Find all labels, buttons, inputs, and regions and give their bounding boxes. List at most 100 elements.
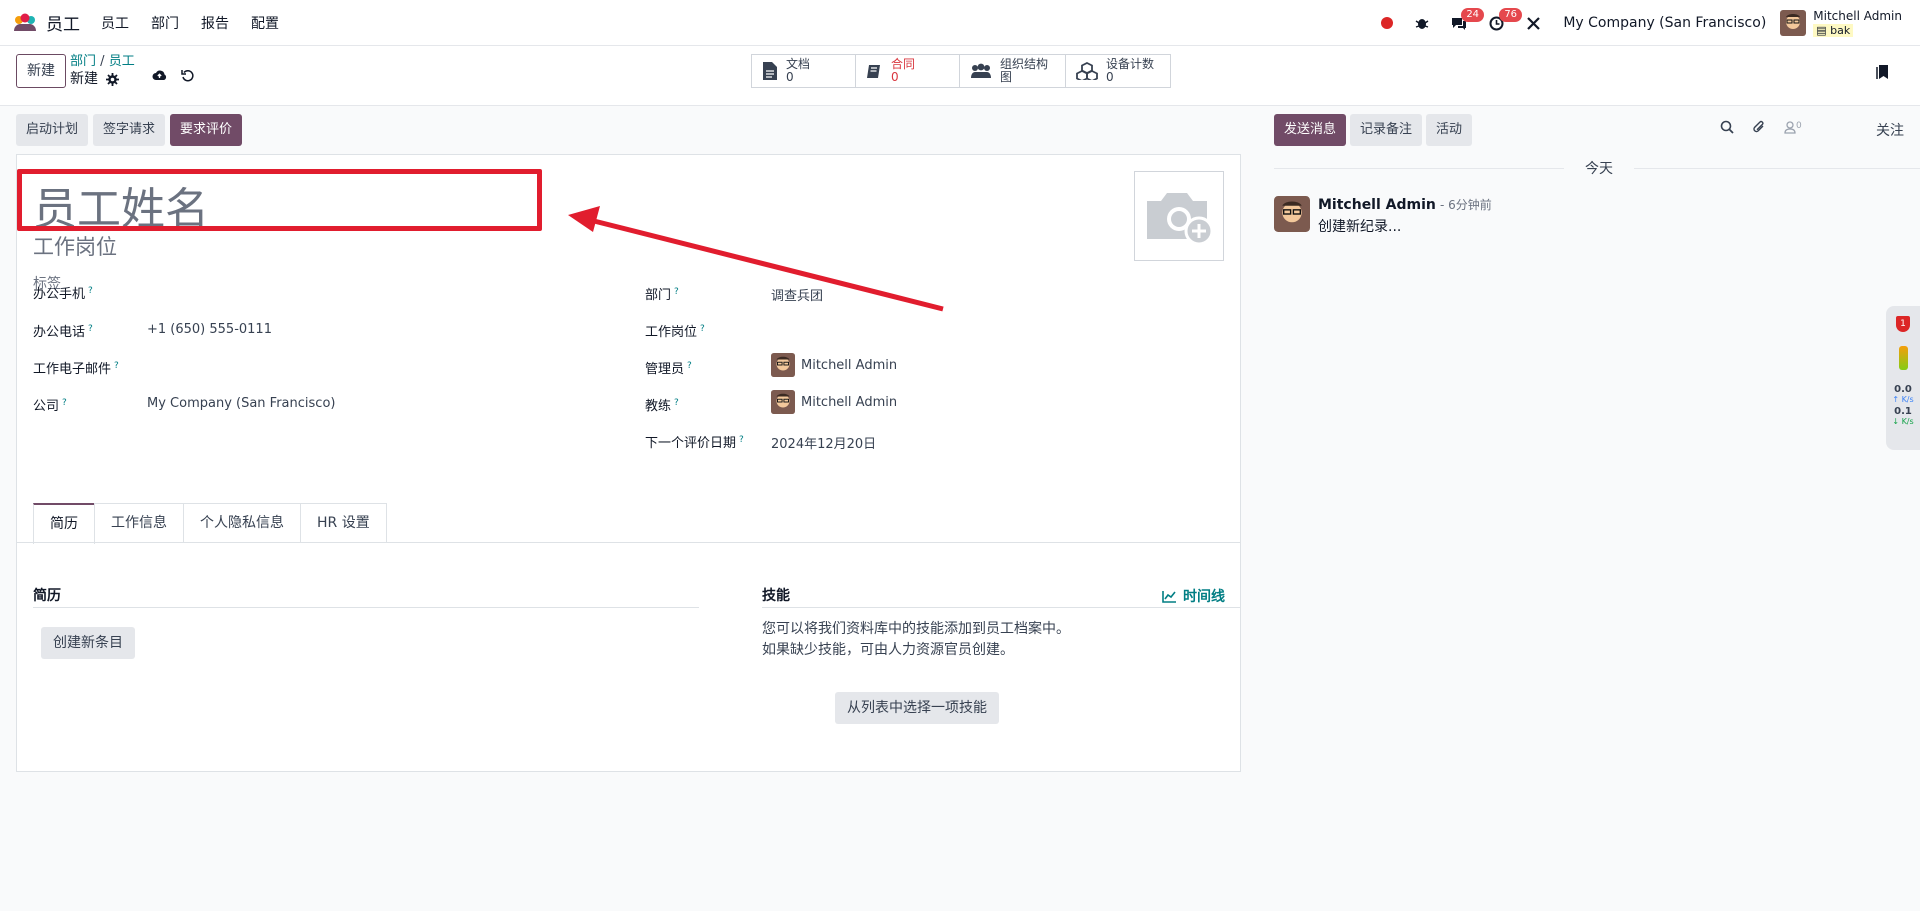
smart-button-contracts[interactable]: 合同 0 xyxy=(856,55,960,87)
cloud-upload-icon[interactable] xyxy=(152,69,167,82)
avatar xyxy=(771,390,795,414)
help-tooltip-icon[interactable]: ? xyxy=(739,435,744,445)
user-icon xyxy=(1784,120,1796,134)
chatter-message: Mitchell Admin - 6分钟前 创建新纪录... xyxy=(1274,196,1492,236)
network-speed-widget[interactable]: 1 0.0 ↑ K/s 0.1 ↓ K/s xyxy=(1886,306,1920,450)
label-next-appraisal: 下一个评价日期 xyxy=(645,436,737,451)
breadcrumb-departments[interactable]: 部门 xyxy=(70,54,96,69)
tab-work-info[interactable]: 工作信息 xyxy=(94,503,184,543)
help-tooltip-icon[interactable]: ? xyxy=(674,287,679,297)
user-name: Mitchell Admin xyxy=(1813,8,1902,23)
message-author[interactable]: Mitchell Admin xyxy=(1318,197,1436,213)
job-title-input[interactable]: 工作岗位 xyxy=(33,231,117,261)
resume-section-title: 简历 xyxy=(33,588,61,604)
create-entry-button[interactable]: 创建新条目 xyxy=(41,627,135,659)
pick-skill-button[interactable]: 从列表中选择一项技能 xyxy=(835,692,999,724)
help-tooltip-icon[interactable]: ? xyxy=(114,361,119,371)
separator-line-right xyxy=(1634,168,1920,169)
control-panel: 新建 部门 / 员工 新建 文档 0 合同 0 组织结构图 设备计数 0 xyxy=(0,46,1920,106)
breadcrumb-separator: / xyxy=(100,54,105,69)
menu-item-configuration[interactable]: 配置 xyxy=(251,13,279,33)
help-tooltip-icon[interactable]: ? xyxy=(687,361,692,371)
tab-private-info[interactable]: 个人隐私信息 xyxy=(183,503,301,543)
smart-button-documents[interactable]: 文档 0 xyxy=(752,55,856,87)
smart-button-equipment[interactable]: 设备计数 0 xyxy=(1066,55,1170,87)
menu-item-departments[interactable]: 部门 xyxy=(151,13,179,33)
gear-icon[interactable] xyxy=(106,72,119,86)
label-job-position: 工作岗位 xyxy=(645,325,698,340)
activity-badge: 76 xyxy=(1499,7,1523,22)
smart-button-org-chart[interactable]: 组织结构图 xyxy=(960,55,1066,87)
phone-input[interactable]: +1 (650) 555-0111 xyxy=(147,322,272,337)
search-icon[interactable] xyxy=(1720,120,1734,134)
download-speed: 0.1 xyxy=(1894,406,1912,417)
help-tooltip-icon[interactable]: ? xyxy=(88,286,93,296)
upload-unit: ↑ K/s xyxy=(1892,395,1914,404)
request-appraisal-button[interactable]: 要求评价 xyxy=(170,114,243,146)
chatter-topbar: 发送消息 记录备注 活动 xyxy=(1274,114,1473,146)
launch-plan-button[interactable]: 启动计划 xyxy=(16,114,89,146)
manager-input[interactable]: Mitchell Admin xyxy=(771,353,897,377)
company-switcher[interactable]: My Company (San Francisco) xyxy=(1563,15,1766,31)
annotation-highlight-box xyxy=(17,169,542,231)
skills-section-title: 技能 xyxy=(762,588,790,604)
activity-button[interactable]: 活动 xyxy=(1426,114,1473,146)
upload-speed: 0.0 xyxy=(1894,384,1912,395)
bookmark-icon[interactable] xyxy=(1876,64,1890,80)
followers-count: 0 xyxy=(1796,120,1802,131)
main-menu: 员工 部门 报告 配置 xyxy=(101,13,279,33)
department-input[interactable]: 调查兵团 xyxy=(771,285,823,304)
record-actions xyxy=(152,69,194,82)
avatar[interactable] xyxy=(1274,196,1310,236)
breadcrumb: 部门 / 员工 新建 xyxy=(70,54,135,87)
discard-icon[interactable] xyxy=(181,69,194,82)
label-company: 公司 xyxy=(33,399,60,414)
record-dot-icon[interactable] xyxy=(1381,17,1394,29)
paperclip-icon[interactable] xyxy=(1752,120,1766,134)
timeline-toggle[interactable]: 时间线 xyxy=(1162,586,1225,606)
follow-button[interactable]: 关注 xyxy=(1876,120,1904,140)
label-email: 工作电子邮件 xyxy=(33,362,112,377)
menu-item-employees[interactable]: 员工 xyxy=(101,13,129,33)
date-separator-label: 今天 xyxy=(1585,161,1613,177)
separator-line-left xyxy=(1274,168,1564,169)
employees-app-icon xyxy=(12,13,38,33)
new-button[interactable]: 新建 xyxy=(16,54,66,88)
bug-icon[interactable] xyxy=(1415,16,1429,30)
next-appraisal-input[interactable]: 2024年12月20日 xyxy=(771,433,876,452)
chat-icon[interactable]: 24 xyxy=(1451,8,1485,30)
help-tooltip-icon[interactable]: ? xyxy=(674,398,679,408)
send-message-button[interactable]: 发送消息 xyxy=(1274,114,1347,146)
avatar xyxy=(771,353,795,377)
followers-button[interactable]: 0 xyxy=(1784,121,1802,134)
label-phone: 办公电话 xyxy=(33,325,86,340)
statusbar-buttons: 启动计划 签字请求 要求评价 xyxy=(16,114,243,146)
document-icon xyxy=(762,61,778,81)
tab-resume[interactable]: 简历 xyxy=(33,503,95,544)
tab-hr-settings[interactable]: HR 设置 xyxy=(300,503,387,543)
resume-divider xyxy=(33,607,699,608)
help-tooltip-icon[interactable]: ? xyxy=(62,398,67,408)
menu-item-reporting[interactable]: 报告 xyxy=(201,13,229,33)
tools-icon[interactable] xyxy=(1526,16,1541,31)
skills-divider xyxy=(762,607,1240,608)
activity-clock-icon[interactable]: 76 xyxy=(1489,7,1523,31)
date-separator: 今天 xyxy=(1274,158,1920,178)
coach-input[interactable]: Mitchell Admin xyxy=(771,390,897,414)
signature-request-button[interactable]: 签字请求 xyxy=(93,114,166,146)
company-input[interactable]: My Company (San Francisco) xyxy=(147,396,335,411)
download-unit: ↓ K/s xyxy=(1892,417,1914,426)
user-menu[interactable]: Mitchell Admin ▤ bak xyxy=(1780,8,1902,37)
shield-badge-icon: 1 xyxy=(1896,316,1910,332)
manager-name: Mitchell Admin xyxy=(801,357,898,373)
users-icon xyxy=(970,63,992,79)
log-note-button[interactable]: 记录备注 xyxy=(1350,114,1423,146)
help-tooltip-icon[interactable]: ? xyxy=(700,324,705,334)
help-tooltip-icon[interactable]: ? xyxy=(88,324,93,334)
chatter-tools: 0 xyxy=(1720,120,1802,134)
cubes-icon xyxy=(1076,62,1098,80)
app-brand[interactable]: 员工 xyxy=(12,10,80,35)
breadcrumb-employees[interactable]: 员工 xyxy=(109,54,135,69)
employee-photo-upload[interactable] xyxy=(1134,171,1224,261)
app-name: 员工 xyxy=(46,15,80,35)
